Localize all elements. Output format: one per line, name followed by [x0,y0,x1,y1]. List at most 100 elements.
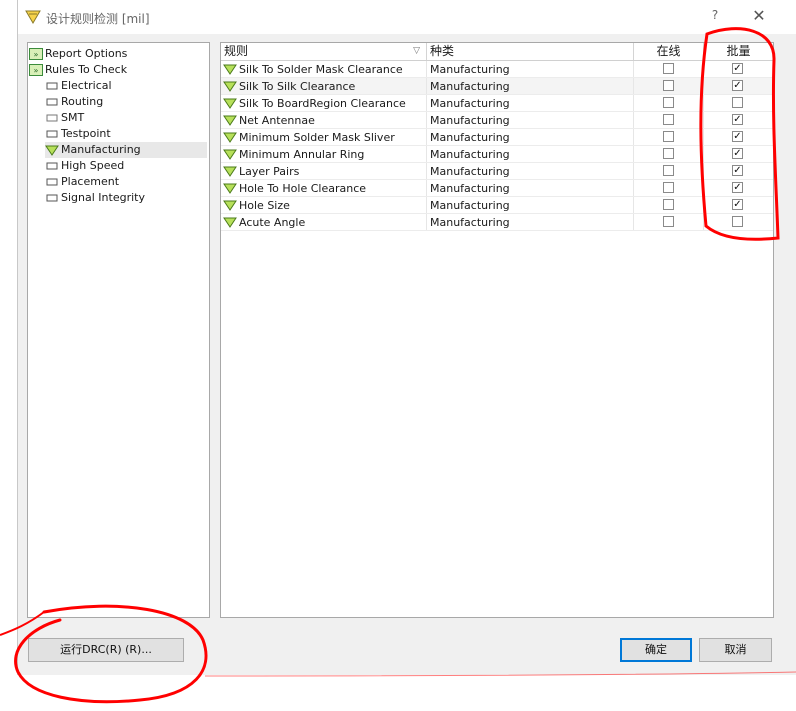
column-header-rule[interactable]: 规则 ▽ [221,43,427,60]
tree-item-report-options[interactable]: » Report Options [29,46,207,62]
rule-icon [223,115,237,126]
run-drc-button[interactable]: 运行DRC(R) (R)... [28,638,184,662]
testpoint-icon [46,130,58,138]
tree-item-signal-integrity[interactable]: Signal Integrity [45,190,207,206]
batch-checkbox[interactable]: ✓ [732,165,743,176]
ok-button[interactable]: 确定 [620,638,692,662]
kind-cell: Manufacturing [427,146,634,162]
rule-cell[interactable]: Silk To BoardRegion Clearance [221,95,427,111]
batch-checkbox[interactable]: ✓ [732,63,743,74]
sort-icon: ▽ [413,46,420,56]
online-cell [634,129,704,145]
batch-checkbox[interactable]: ✓ [732,80,743,91]
online-checkbox[interactable] [663,97,674,108]
tree-item-label: Testpoint [61,127,111,140]
online-checkbox[interactable] [663,114,674,125]
online-cell [634,112,704,128]
tree-item-label: Signal Integrity [61,191,145,204]
help-button[interactable]: ? [707,8,723,24]
table-row[interactable]: Silk To BoardRegion Clearance Manufacturi… [221,95,773,112]
cancel-button[interactable]: 取消 [699,638,772,662]
online-checkbox[interactable] [663,216,674,227]
tree-item-manufacturing[interactable]: Manufacturing [45,142,207,158]
tree-item-testpoint[interactable]: Testpoint [45,126,207,142]
rule-cell[interactable]: Hole Size [221,197,427,213]
table-row[interactable]: Minimum Annular Ring Manufacturing ✓ [221,146,773,163]
rule-name: Silk To Silk Clearance [239,80,356,93]
rule-cell[interactable]: Minimum Annular Ring [221,146,427,162]
batch-checkbox[interactable]: ✓ [732,182,743,193]
online-cell [634,197,704,213]
batch-checkbox[interactable]: ✓ [732,131,743,142]
tree-item-label: Report Options [45,47,128,60]
rule-cell[interactable]: Layer Pairs [221,163,427,179]
rule-cell[interactable]: Silk To Solder Mask Clearance [221,61,427,77]
window-title: 设计规则检测 [mil] [46,12,150,26]
batch-cell [704,95,772,111]
column-header-kind[interactable]: 种类 [427,43,634,60]
batch-checkbox[interactable]: ✓ [732,114,743,125]
batch-cell: ✓ [704,197,772,213]
electrical-icon [46,82,58,90]
tree-item-label: Routing [61,95,104,108]
batch-checkbox[interactable] [732,216,743,227]
tree-item-smt[interactable]: SMT [45,110,207,126]
rule-icon [223,166,237,177]
rule-cell[interactable]: Acute Angle [221,214,427,230]
batch-cell: ✓ [704,129,772,145]
table-row[interactable]: Acute Angle Manufacturing [221,214,773,231]
tree-item-rules-to-check[interactable]: » Rules To Check [29,62,207,78]
batch-cell: ✓ [704,146,772,162]
tree-item-label: Placement [61,175,120,188]
online-checkbox[interactable] [663,63,674,74]
close-button[interactable]: ✕ [749,6,769,26]
online-checkbox[interactable] [663,148,674,159]
table-row[interactable]: Hole To Hole Clearance Manufacturing ✓ [221,180,773,197]
tree-item-routing[interactable]: Routing [45,94,207,110]
table-row[interactable]: Silk To Silk Clearance Manufacturing ✓ [221,78,773,95]
column-header-batch[interactable]: 批量 [704,43,773,60]
rules-grid: 规则 ▽ 种类 在线 批量 Silk To Solder Mask Cleara… [220,42,774,618]
online-checkbox[interactable] [663,80,674,91]
online-checkbox[interactable] [663,182,674,193]
table-row[interactable]: Net Antennae Manufacturing ✓ [221,112,773,129]
online-cell [634,78,704,94]
rule-name: Acute Angle [239,216,306,229]
report-options-icon: » [29,48,43,60]
title-bar: 设计规则检测 [mil] ? ✕ [18,0,796,34]
svg-text:»: » [34,50,39,59]
kind-cell: Manufacturing [427,197,634,213]
kind-cell: Manufacturing [427,61,634,77]
tree-item-electrical[interactable]: Electrical [45,78,207,94]
placement-icon [46,178,58,186]
tree-item-label: SMT [61,111,85,124]
online-checkbox[interactable] [663,165,674,176]
table-row[interactable]: Silk To Solder Mask Clearance Manufacturi… [221,61,773,78]
routing-icon [46,98,58,106]
online-checkbox[interactable] [663,199,674,210]
table-row[interactable]: Layer Pairs Manufacturing ✓ [221,163,773,180]
rule-cell[interactable]: Silk To Silk Clearance [221,78,427,94]
rule-icon [223,200,237,211]
kind-cell: Manufacturing [427,78,634,94]
online-cell [634,61,704,77]
batch-checkbox[interactable]: ✓ [732,199,743,210]
column-header-online[interactable]: 在线 [634,43,704,60]
rule-cell[interactable]: Minimum Solder Mask Sliver [221,129,427,145]
rule-cell[interactable]: Net Antennae [221,112,427,128]
rule-category-tree[interactable]: » Report Options » Rules To Check Electrical… [27,42,210,618]
tree-item-placement[interactable]: Placement [45,174,207,190]
batch-cell [704,214,772,230]
batch-checkbox[interactable] [732,97,743,108]
kind-cell: Manufacturing [427,95,634,111]
tree-item-label: High Speed [61,159,125,172]
kind-cell: Manufacturing [427,129,634,145]
tree-item-high-speed[interactable]: High Speed [45,158,207,174]
rule-icon [223,81,237,92]
table-row[interactable]: Hole Size Manufacturing ✓ [221,197,773,214]
batch-checkbox[interactable]: ✓ [732,148,743,159]
table-row[interactable]: Minimum Solder Mask Sliver Manufacturing ✓ [221,129,773,146]
online-cell [634,95,704,111]
rule-cell[interactable]: Hole To Hole Clearance [221,180,427,196]
online-checkbox[interactable] [663,131,674,142]
